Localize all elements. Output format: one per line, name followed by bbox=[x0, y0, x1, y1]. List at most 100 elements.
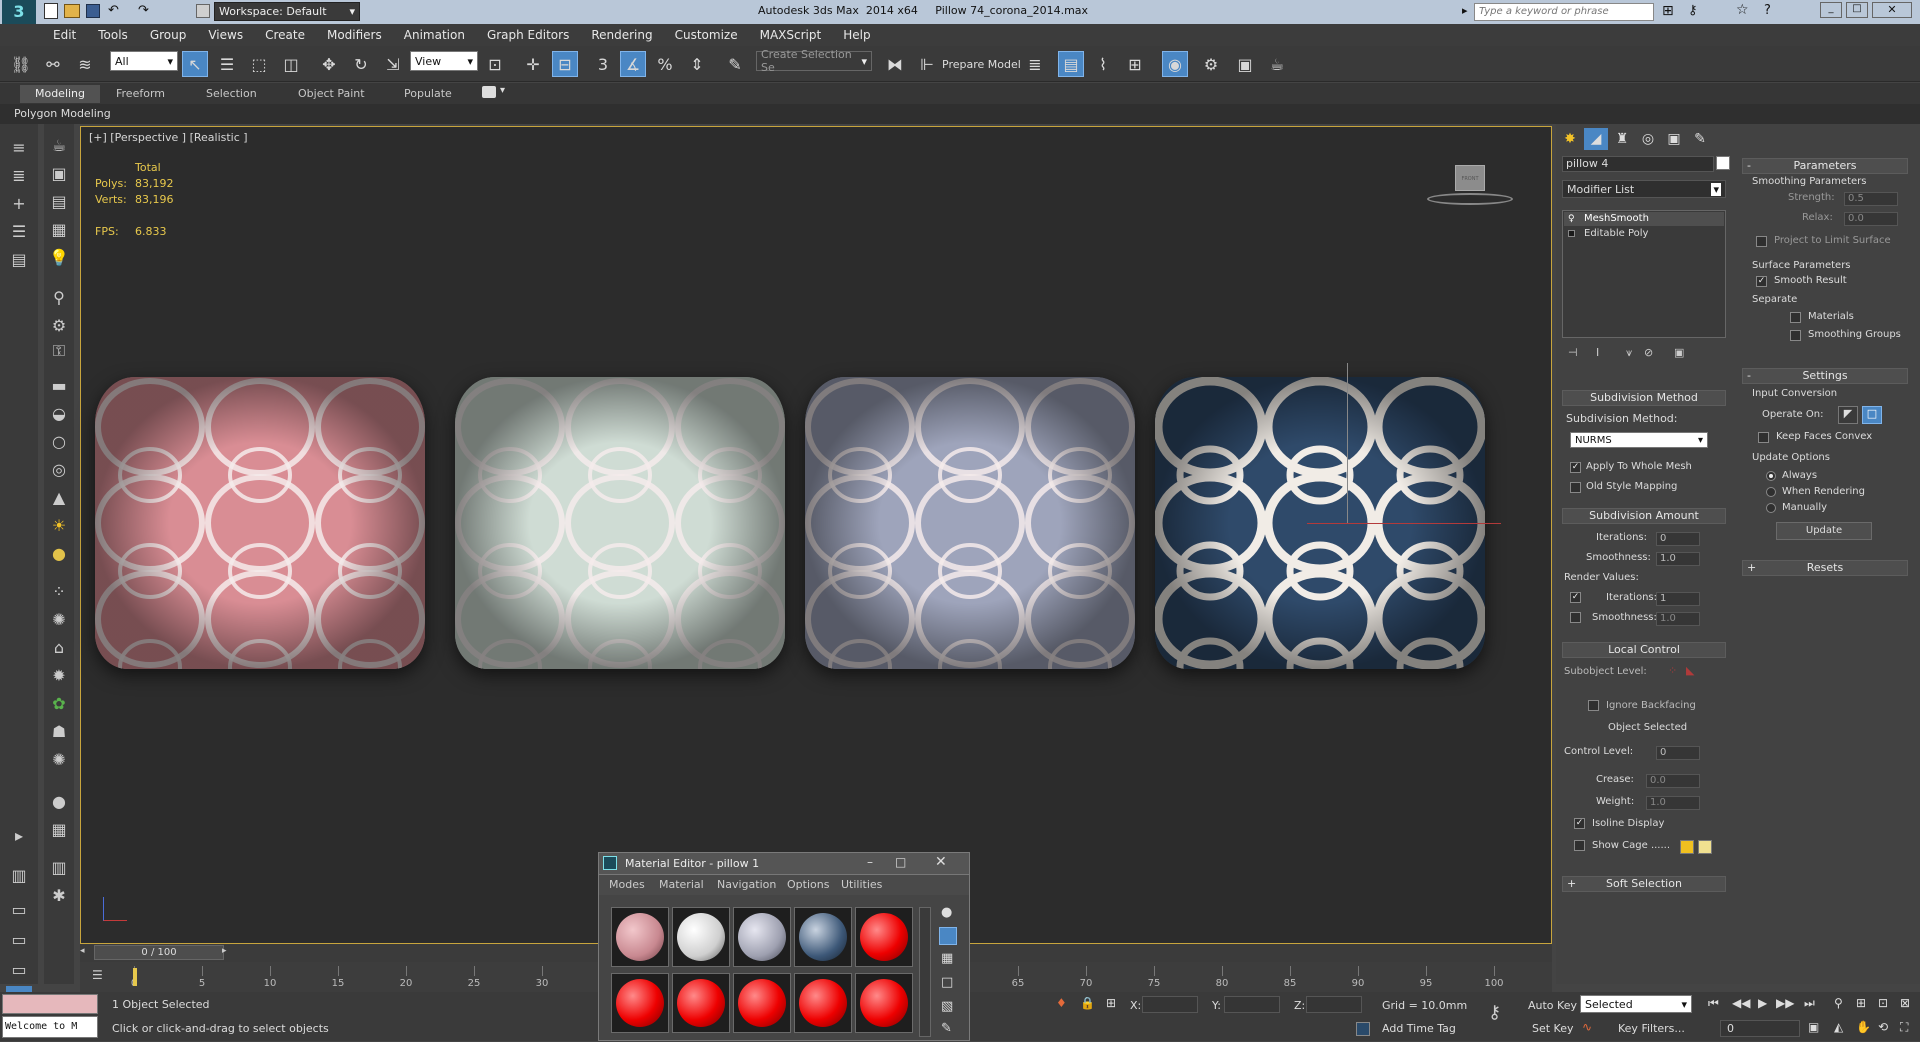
reference-coordinate-dropdown[interactable]: View ▾ bbox=[410, 51, 478, 71]
grid-icon[interactable]: ▦ bbox=[46, 216, 72, 242]
camera-icon[interactable]: ⚲ bbox=[46, 284, 72, 310]
smoothness-spinner[interactable]: 1.0 bbox=[1656, 552, 1700, 566]
add-time-tag[interactable]: Add Time Tag bbox=[1382, 1022, 1456, 1035]
material-editor-window[interactable]: Material Editor - pillow 1 – □ ✕ Modes M… bbox=[598, 852, 970, 1041]
materials-checkbox[interactable] bbox=[1790, 312, 1801, 323]
sample-type-icon[interactable]: ● bbox=[941, 905, 952, 920]
weight-spinner[interactable]: 1.0 bbox=[1646, 796, 1700, 810]
chevron-right-icon[interactable]: ▸ bbox=[222, 946, 232, 956]
tab-object-paint[interactable]: Object Paint bbox=[290, 85, 373, 103]
move-icon[interactable]: ✥ bbox=[316, 51, 342, 77]
open-file-icon[interactable] bbox=[64, 4, 80, 18]
key-icon[interactable]: ⚷ bbox=[1688, 3, 1698, 18]
menu-maxscript[interactable]: MAXScript bbox=[749, 24, 833, 46]
material-slot-10[interactable] bbox=[855, 973, 913, 1033]
chevron-left-icon[interactable]: ◂ bbox=[80, 946, 90, 956]
project-limit-checkbox[interactable] bbox=[1756, 236, 1767, 247]
update-button[interactable]: Update bbox=[1776, 522, 1872, 540]
maximize-icon[interactable]: □ bbox=[895, 855, 906, 869]
create-tab-icon[interactable]: ✸ bbox=[1558, 128, 1582, 150]
window-crossing-icon[interactable]: ◫ bbox=[278, 51, 304, 77]
tab-selection[interactable]: Selection bbox=[198, 85, 265, 103]
set-key-button[interactable]: Set Key bbox=[1532, 1022, 1574, 1035]
spinner-snap-icon[interactable]: ⇕ bbox=[684, 51, 710, 77]
current-frame-field[interactable]: 0 bbox=[1720, 1020, 1800, 1037]
zoom-icon[interactable]: ⚲ bbox=[1834, 996, 1843, 1010]
new-file-icon[interactable] bbox=[44, 3, 58, 19]
sample-slots-scrollbar[interactable] bbox=[919, 907, 931, 1037]
zoom-extents-icon[interactable]: ⊡ bbox=[1878, 996, 1888, 1010]
viewport-layout-icon[interactable]: ▥ bbox=[6, 862, 32, 888]
pillow-pink[interactable] bbox=[95, 377, 425, 669]
document-icon[interactable]: ▤ bbox=[46, 188, 72, 214]
transform-gizmo-x-axis[interactable] bbox=[1307, 523, 1501, 524]
smooth-result-checkbox[interactable]: ✓ bbox=[1756, 276, 1767, 287]
rectangular-selection-icon[interactable]: ⬚ bbox=[246, 51, 272, 77]
menu-rendering[interactable]: Rendering bbox=[580, 24, 663, 46]
settings-rollout[interactable]: - Settings bbox=[1742, 368, 1908, 384]
image-icon[interactable]: ▣ bbox=[46, 160, 72, 186]
menu-navigation[interactable]: Navigation bbox=[717, 878, 776, 891]
previous-frame-icon[interactable]: ◀◀ bbox=[1732, 996, 1750, 1010]
menu-edit[interactable]: Edit bbox=[42, 24, 87, 46]
smoothing-groups-checkbox[interactable] bbox=[1790, 330, 1801, 341]
go-to-start-icon[interactable]: ⏮ bbox=[1708, 996, 1719, 1011]
material-slot-7[interactable] bbox=[672, 973, 730, 1033]
light-bulb-icon[interactable]: ♀ bbox=[1568, 212, 1575, 226]
link-icon[interactable]: ⛓ bbox=[8, 51, 34, 77]
menu-modes[interactable]: Modes bbox=[609, 878, 645, 891]
ignore-backfacing-checkbox[interactable] bbox=[1588, 700, 1599, 711]
undo-icon[interactable]: ↶ bbox=[108, 3, 119, 18]
isoline-display-checkbox[interactable]: ✓ bbox=[1574, 818, 1585, 829]
keyboard-shortcut-override-icon[interactable]: ⊟ bbox=[552, 51, 578, 77]
plus-icon[interactable]: + bbox=[6, 190, 32, 216]
material-slot-9[interactable] bbox=[794, 973, 852, 1033]
x-coord-field[interactable] bbox=[1142, 996, 1198, 1013]
menu-modifiers[interactable]: Modifiers bbox=[316, 24, 393, 46]
light-bulb-icon[interactable]: 💡 bbox=[46, 244, 72, 270]
redo-icon[interactable]: ↷ bbox=[138, 3, 149, 18]
subdivision-amount-rollout[interactable]: Subdivision Amount bbox=[1562, 508, 1726, 524]
material-slot-3[interactable] bbox=[733, 907, 791, 967]
show-end-result-icon[interactable]: Ι bbox=[1596, 346, 1599, 359]
cage-color-swatch-2[interactable] bbox=[1698, 840, 1712, 854]
list-icon[interactable]: ☰ bbox=[6, 218, 32, 244]
scene-explorer-icon[interactable]: ▤ bbox=[1058, 51, 1084, 77]
search-input[interactable]: Type a keyword or phrase bbox=[1474, 3, 1654, 21]
sun-icon[interactable]: ☀ bbox=[46, 512, 72, 538]
checker-icon[interactable]: ▦ bbox=[46, 816, 72, 842]
modify-tab-icon[interactable]: ◢ bbox=[1584, 128, 1608, 150]
expand-arrow-icon[interactable]: ▸ bbox=[6, 822, 32, 848]
scene-explorer-icon[interactable]: ≣ bbox=[6, 162, 32, 188]
layer-explorer-icon[interactable]: ≡ bbox=[6, 134, 32, 160]
play-icon[interactable]: ▶ bbox=[1758, 996, 1767, 1010]
menu-customize[interactable]: Customize bbox=[664, 24, 749, 46]
cage-color-swatch-1[interactable] bbox=[1680, 840, 1694, 854]
minimize-window-icon[interactable]: _ bbox=[1820, 2, 1842, 18]
render-iterations-spinner[interactable]: 1 bbox=[1656, 592, 1700, 606]
material-slot-1[interactable] bbox=[611, 907, 669, 967]
omni-light-icon[interactable]: ● bbox=[46, 540, 72, 566]
menu-help[interactable]: Help bbox=[832, 24, 881, 46]
sphere-shaded-icon[interactable]: ● bbox=[46, 788, 72, 814]
relax-spinner[interactable]: 0.0 bbox=[1844, 212, 1898, 226]
time-tag-icon[interactable] bbox=[1356, 1022, 1370, 1036]
auto-key-button[interactable]: Auto Key bbox=[1528, 999, 1577, 1012]
stack-item-editable-poly[interactable]: Editable Poly bbox=[1564, 227, 1724, 241]
manually-radio[interactable] bbox=[1766, 503, 1776, 513]
track-bar-menu-icon[interactable]: ☰ bbox=[92, 968, 103, 982]
render-smoothness-spinner[interactable]: 1.0 bbox=[1656, 612, 1700, 626]
material-slot-5[interactable] bbox=[855, 907, 913, 967]
pin-stack-icon[interactable]: ⊣ bbox=[1568, 346, 1578, 359]
bind-space-warp-icon[interactable]: ≋ bbox=[72, 51, 98, 77]
backlight-icon[interactable] bbox=[939, 927, 957, 945]
show-cage-checkbox[interactable] bbox=[1574, 840, 1585, 851]
operate-on-polygons-icon[interactable]: □ bbox=[1862, 406, 1882, 424]
helper-icon[interactable]: ⚙ bbox=[46, 312, 72, 338]
binoculars-icon[interactable]: ⊞ bbox=[1662, 3, 1674, 19]
transform-gizmo-z-axis[interactable] bbox=[1347, 363, 1348, 523]
teapot-icon[interactable]: ☕ bbox=[46, 132, 72, 158]
prepare-model-label[interactable]: Prepare Model bbox=[942, 58, 1021, 71]
subdivision-method-rollout[interactable]: Subdivision Method bbox=[1562, 390, 1726, 406]
project-folder-icon[interactable] bbox=[196, 4, 210, 18]
